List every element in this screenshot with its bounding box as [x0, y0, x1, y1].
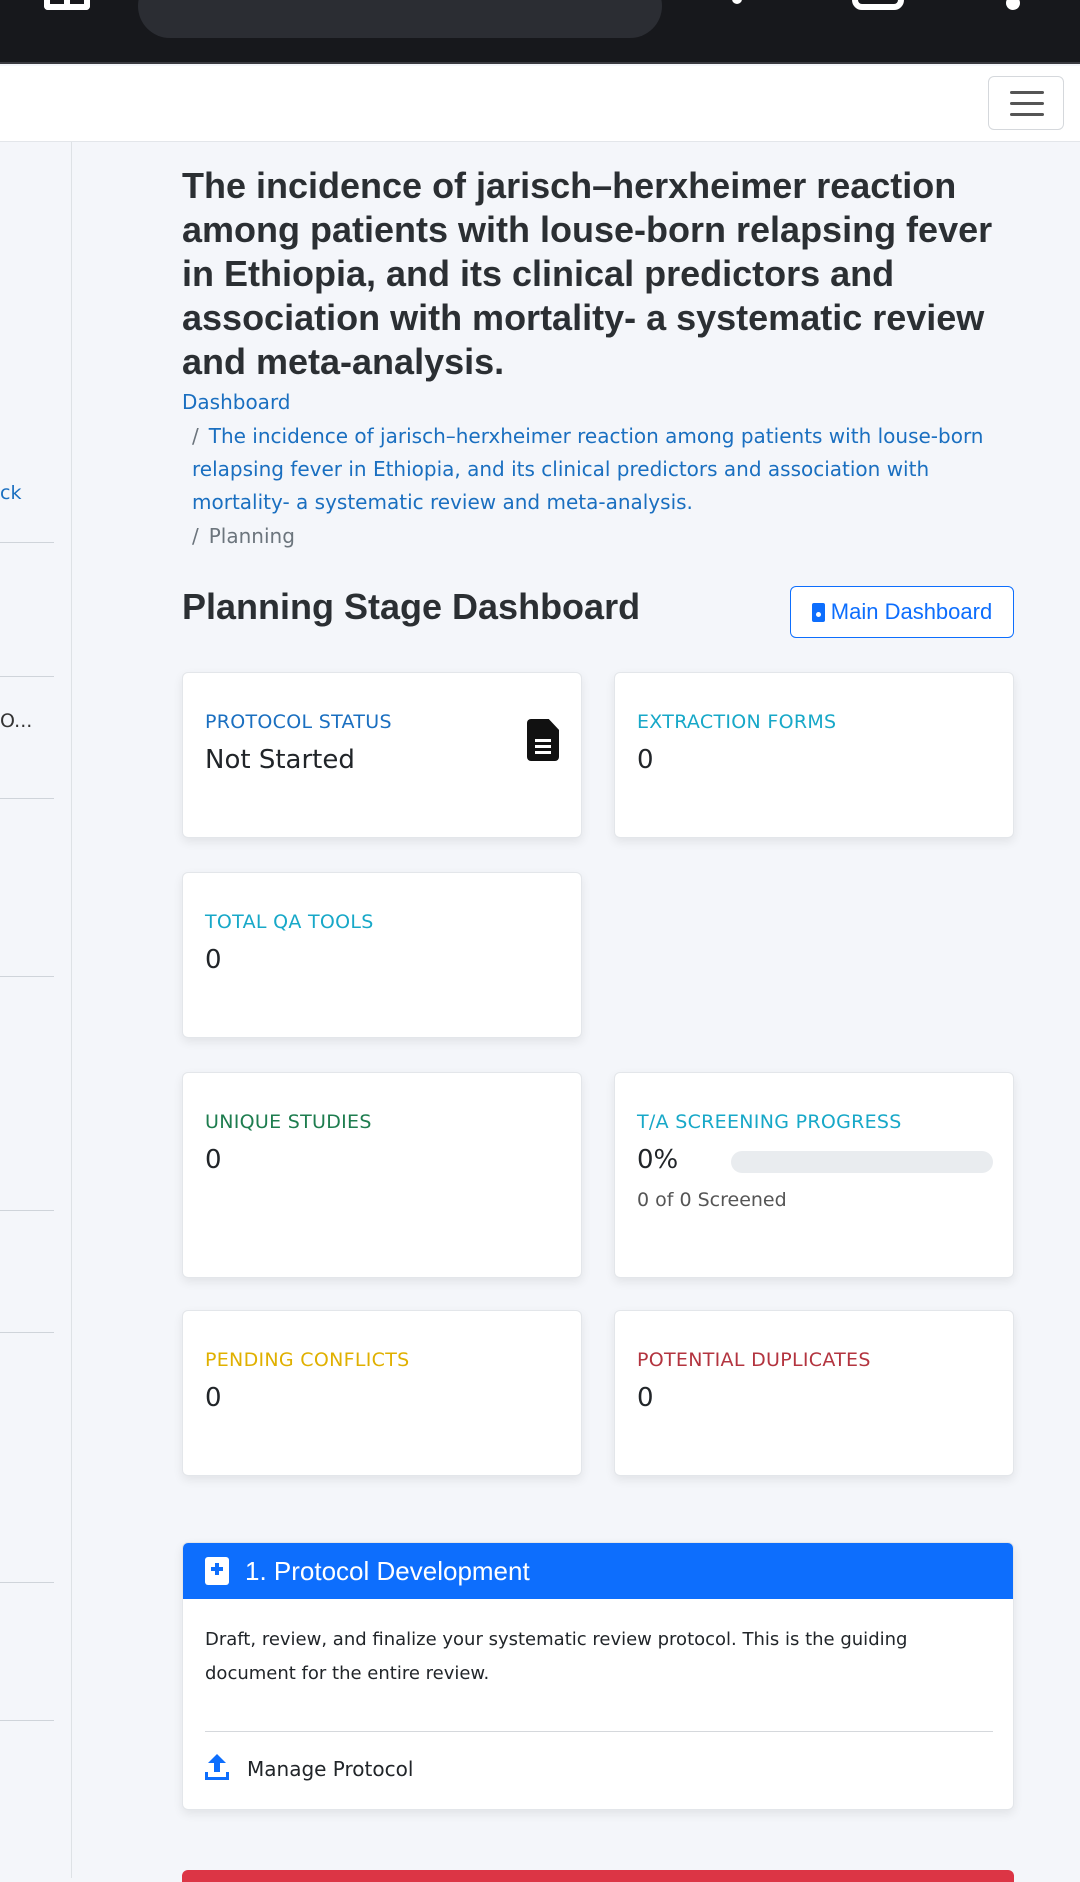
card-value: 0%: [637, 1145, 679, 1175]
card-value: 0: [205, 945, 222, 975]
divider: [205, 1731, 993, 1732]
tabs-icon[interactable]: [44, 0, 90, 10]
main-dashboard-label: Main Dashboard: [830, 599, 993, 624]
hamburger-line-icon: [1010, 91, 1044, 94]
sidebar-item-fragment[interactable]: O...: [0, 710, 32, 732]
breadcrumb-item-project: / The incidence of jarisch–herxheimer rea…: [192, 420, 1012, 519]
next-section-card-header: [182, 1870, 1014, 1882]
hamburger-line-icon: [1010, 113, 1044, 116]
file-icon: [811, 602, 825, 622]
file-text-icon: [527, 719, 559, 761]
breadcrumb-current: Planning: [208, 524, 295, 548]
card-label: UNIQUE STUDIES: [205, 1111, 372, 1133]
sidebar-divider: [0, 976, 54, 977]
sidebar-divider: [0, 1582, 54, 1583]
menu-dot-icon: [732, 0, 742, 4]
card-label: EXTRACTION FORMS: [637, 711, 837, 733]
manage-protocol-link[interactable]: Manage Protocol: [205, 1754, 414, 1781]
hamburger-line-icon: [1010, 102, 1044, 105]
protocol-status-card: PROTOCOL STATUS Not Started: [182, 672, 582, 838]
screening-count: 0 of 0 Screened: [637, 1189, 787, 1211]
card-value: 0: [205, 1145, 222, 1175]
extraction-forms-card: EXTRACTION FORMS 0: [614, 672, 1014, 838]
potential-duplicates-card: POTENTIAL DUPLICATES 0: [614, 1310, 1014, 1476]
sidebar-item-fragment-link[interactable]: ck: [0, 482, 21, 504]
sidebar-divider: [0, 1720, 54, 1721]
card-value: 0: [637, 745, 654, 775]
book-medical-icon: [205, 1557, 229, 1585]
unique-studies-card: UNIQUE STUDIES 0: [182, 1072, 582, 1278]
sidebar-divider: [0, 1332, 54, 1333]
sidebar-divider: [0, 798, 54, 799]
sidebar-divider: [0, 676, 54, 677]
breadcrumb-separator: /: [192, 524, 199, 548]
sidebar-divider: [0, 542, 54, 543]
card-value: 0: [205, 1383, 222, 1413]
protocol-development-card: 1. Protocol Development Draft, review, a…: [182, 1542, 1014, 1810]
tab-switcher-icon[interactable]: [852, 0, 904, 10]
upload-icon: [205, 1754, 229, 1780]
sidebar: ck O...: [0, 142, 72, 1878]
manage-protocol-label: Manage Protocol: [247, 1757, 414, 1781]
card-label: PROTOCOL STATUS: [205, 711, 392, 733]
ta-screening-progress-card: T/A SCREENING PROGRESS 0% 0 of 0 Screene…: [614, 1072, 1014, 1278]
dashboard-heading: Planning Stage Dashboard: [182, 586, 641, 627]
card-label: T/A SCREENING PROGRESS: [637, 1111, 902, 1133]
breadcrumb-dashboard-link[interactable]: Dashboard: [182, 390, 291, 414]
main-dashboard-button[interactable]: Main Dashboard: [790, 586, 1014, 638]
sidebar-divider: [0, 1210, 54, 1211]
protocol-description: Draft, review, and finalize your systema…: [205, 1629, 908, 1684]
card-label: POTENTIAL DUPLICATES: [637, 1349, 871, 1371]
card-value: Not Started: [205, 745, 355, 775]
pending-conflicts-card: PENDING CONFLICTS 0: [182, 1310, 582, 1476]
screening-progress-bar: [731, 1151, 993, 1173]
address-bar[interactable]: [138, 0, 662, 38]
hamburger-menu-button[interactable]: [988, 76, 1064, 130]
breadcrumb-project-link[interactable]: The incidence of jarisch–herxheimer reac…: [192, 424, 984, 514]
browser-toolbar: [0, 0, 1080, 64]
breadcrumb-separator: /: [192, 424, 199, 448]
page-title: The incidence of jarisch–herxheimer reac…: [182, 165, 993, 382]
top-navbar: [0, 66, 1080, 142]
total-qa-tools-card: TOTAL QA TOOLS 0: [182, 872, 582, 1038]
card-label: TOTAL QA TOOLS: [205, 911, 374, 933]
breadcrumb-item-current: / Planning: [192, 520, 1012, 553]
card-value: 0: [637, 1383, 654, 1413]
protocol-card-header: 1. Protocol Development: [183, 1543, 1013, 1599]
overflow-menu-icon[interactable]: [1006, 0, 1020, 10]
protocol-card-title: 1. Protocol Development: [245, 1555, 530, 1586]
card-label: PENDING CONFLICTS: [205, 1349, 410, 1371]
